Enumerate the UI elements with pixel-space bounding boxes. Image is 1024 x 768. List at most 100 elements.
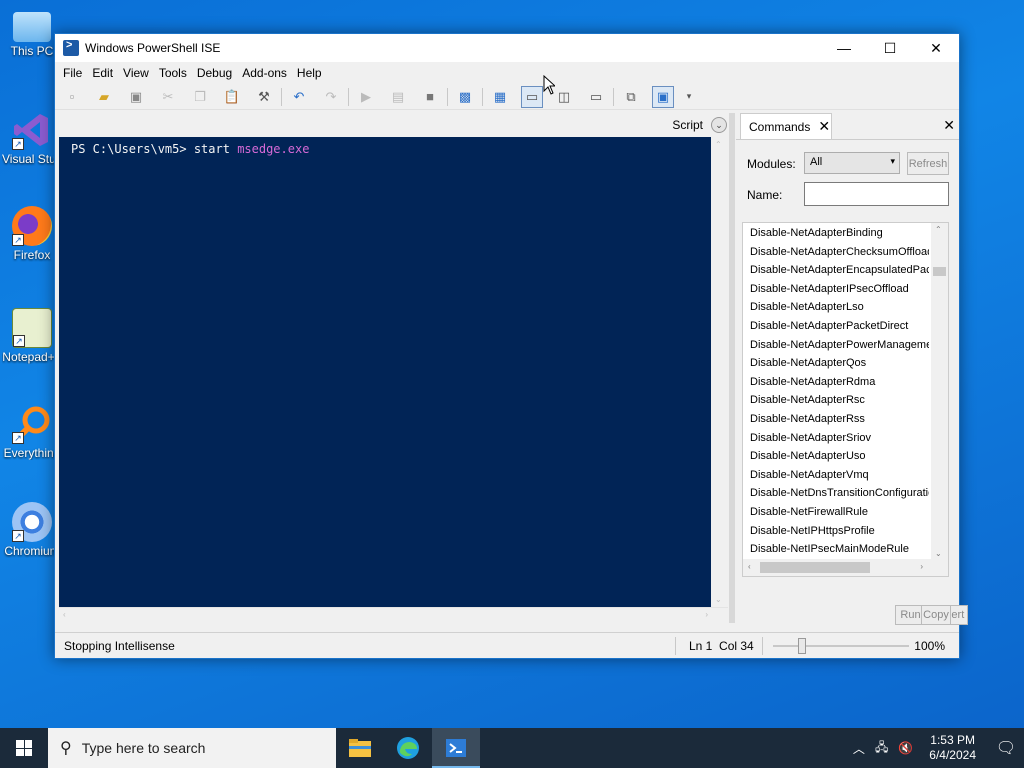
command-list-item[interactable]: Disable-NetAdapterUso [750, 447, 929, 466]
command-list-item[interactable]: Disable-NetAdapterRdma [750, 373, 929, 392]
refresh-button[interactable]: Refresh [907, 152, 949, 175]
command-list-item[interactable]: Disable-NetFirewallRule [750, 503, 929, 522]
edge-icon [397, 737, 419, 759]
desktop-icon-visual-studio[interactable]: ↗ Visual Studio 2017 [2, 110, 62, 166]
open-folder-icon[interactable]: ▰ [93, 86, 115, 108]
shortcut-arrow-icon: ↗ [12, 138, 24, 150]
new-file-icon[interactable]: ▫ [61, 86, 83, 108]
menu-file[interactable]: File [58, 66, 87, 80]
system-tray: ︿ 🖧 🔇 1:53 PM 6/4/2024 🗨 [853, 728, 1024, 768]
command-list-item[interactable]: Disable-NetDnsTransitionConfiguration [750, 484, 929, 503]
scroll-thumb[interactable] [760, 562, 870, 573]
scroll-thumb[interactable] [933, 267, 946, 276]
command-list-item[interactable]: Disable-NetAdapterQos [750, 354, 929, 373]
window-controls: — ☐ ✕ [821, 34, 959, 62]
start-button[interactable] [0, 728, 48, 768]
volume-muted-icon[interactable]: 🔇 [898, 741, 913, 755]
desktop-icon-label: Notepad++ [2, 350, 62, 364]
desktop-icon-everything[interactable]: ↗ Everything [2, 404, 62, 460]
title-bar[interactable]: Windows PowerShell ISE — ☐ ✕ [55, 34, 959, 62]
clear-console-icon[interactable]: ⚒ [253, 86, 275, 108]
window-title: Windows PowerShell ISE [85, 41, 221, 55]
taskbar-search[interactable]: ⚲ Type here to search [48, 728, 336, 768]
taskbar-edge[interactable] [384, 728, 432, 768]
desktop-icon-this-pc[interactable]: This PC [2, 8, 62, 58]
close-icon[interactable]: ✕ [818, 118, 830, 135]
menu-debug[interactable]: Debug [192, 66, 237, 80]
taskbar-powershell-ise[interactable] [432, 728, 480, 768]
show-command-window-icon[interactable]: ⧉ [620, 86, 642, 108]
command-list-item[interactable]: Disable-NetIPHttpsProfile [750, 522, 929, 541]
remote-powershell-icon[interactable]: ▩ [454, 86, 476, 108]
menu-tools[interactable]: Tools [154, 66, 192, 80]
command-list-item[interactable]: Disable-NetAdapterSriov [750, 429, 929, 448]
command-list-item[interactable]: Disable-NetAdapterVmq [750, 466, 929, 485]
powershell-console-icon[interactable]: ▦ [489, 86, 511, 108]
toolbar-overflow-icon[interactable]: ▾ [684, 86, 694, 108]
command-list-item[interactable]: Disable-NetAdapterEncapsulatedPacketTask… [750, 261, 929, 280]
chevron-down-icon[interactable]: ⌄ [711, 117, 727, 133]
console-pane[interactable]: PS C:\Users\vm5> start msedge.exe [59, 137, 711, 607]
close-commands-pane-icon[interactable]: ✕ [943, 117, 955, 134]
command-list-item[interactable]: Disable-NetIPsecMainModeRule [750, 540, 929, 559]
command-list-item[interactable]: Disable-NetAdapterBinding [750, 224, 929, 243]
run-script-icon[interactable]: ▶ [355, 86, 377, 108]
redo-icon[interactable]: ↷ [320, 86, 342, 108]
desktop-icon-chromium[interactable]: ↗ Chromium [2, 502, 62, 558]
command-list-item[interactable]: Disable-NetAdapterIPsecOffload [750, 280, 929, 299]
zoom-slider-track[interactable] [773, 645, 909, 647]
script-pane-right-icon[interactable]: ◫ [553, 86, 575, 108]
script-pane-top-icon[interactable]: ▭ [521, 85, 543, 108]
show-command-addon-icon[interactable]: ▣ [652, 85, 674, 108]
powershell-icon [446, 739, 466, 757]
menu-edit[interactable]: Edit [87, 66, 118, 80]
desktop-icon-firefox[interactable]: ↗ Firefox [2, 206, 62, 262]
taskbar-file-explorer[interactable] [336, 728, 384, 768]
clock-time: 1:53 PM [930, 733, 975, 747]
copy-icon[interactable]: ❐ [189, 86, 211, 108]
desktop-icon-notepadpp[interactable]: ↗ Notepad++ [2, 308, 62, 364]
menu-bar: File Edit View Tools Debug Add-ons Help [55, 62, 959, 84]
menu-help[interactable]: Help [292, 66, 327, 80]
name-filter-input[interactable] [804, 182, 949, 206]
minimize-button[interactable]: — [821, 34, 867, 62]
command-list-item[interactable]: Disable-NetAdapterPacketDirect [750, 317, 929, 336]
run-selection-icon[interactable]: ▤ [387, 86, 409, 108]
chevron-up-icon[interactable]: ︿ [853, 740, 865, 757]
command-list-item[interactable]: Disable-NetAdapterLso [750, 298, 929, 317]
modules-select[interactable]: All ▾ [804, 152, 900, 174]
network-icon[interactable]: 🖧 [875, 738, 888, 759]
commands-list-vertical-scrollbar[interactable]: ⌃ ⌄ [931, 223, 948, 560]
folder-icon [349, 739, 371, 757]
menu-view[interactable]: View [118, 66, 154, 80]
zoom-slider-thumb[interactable] [798, 638, 806, 654]
copy-button[interactable]: Copy [921, 605, 951, 625]
stop-icon[interactable]: ■ [419, 86, 441, 108]
paste-icon[interactable]: 📋 [221, 86, 243, 108]
maximize-button[interactable]: ☐ [867, 34, 913, 62]
notepadpp-icon: ↗ [12, 308, 52, 348]
desktop-icon-label: Everything [3, 446, 61, 460]
cut-icon[interactable]: ✂ [157, 86, 179, 108]
commands-list[interactable]: Disable-NetAdapterBinding Disable-NetAdap… [742, 222, 949, 577]
powershell-icon [63, 39, 79, 56]
command-list-item[interactable]: Disable-NetAdapterRsc [750, 391, 929, 410]
commands-tab[interactable]: Commands ✕ [740, 113, 832, 139]
console-horizontal-scrollbar[interactable]: ‹ › [59, 607, 728, 623]
script-toggle-label[interactable]: Script [672, 118, 703, 132]
command-list-item[interactable]: Disable-NetAdapterPowerManagement [750, 336, 929, 355]
clock[interactable]: 1:53 PM 6/4/2024 [929, 733, 976, 763]
pane-splitter[interactable] [729, 113, 735, 623]
command-list-item[interactable]: Disable-NetAdapterRss [750, 410, 929, 429]
commands-pane-body: Modules: All ▾ Refresh Name: Disable-Net… [736, 139, 959, 623]
commands-list-horizontal-scrollbar[interactable]: ‹ › [743, 559, 948, 576]
console-vertical-scrollbar[interactable]: ⌃ ⌄ [711, 137, 728, 607]
menu-add-ons[interactable]: Add-ons [237, 66, 292, 80]
command-list-item[interactable]: Disable-NetAdapterChecksumOffload [750, 243, 929, 262]
close-button[interactable]: ✕ [913, 34, 959, 62]
save-icon[interactable]: ▣ [125, 86, 147, 108]
script-pane-maximized-icon[interactable]: ▭ [585, 86, 607, 108]
windows-logo-icon [16, 740, 32, 756]
undo-icon[interactable]: ↶ [288, 86, 310, 108]
notification-icon[interactable]: 🗨 [988, 728, 1024, 768]
